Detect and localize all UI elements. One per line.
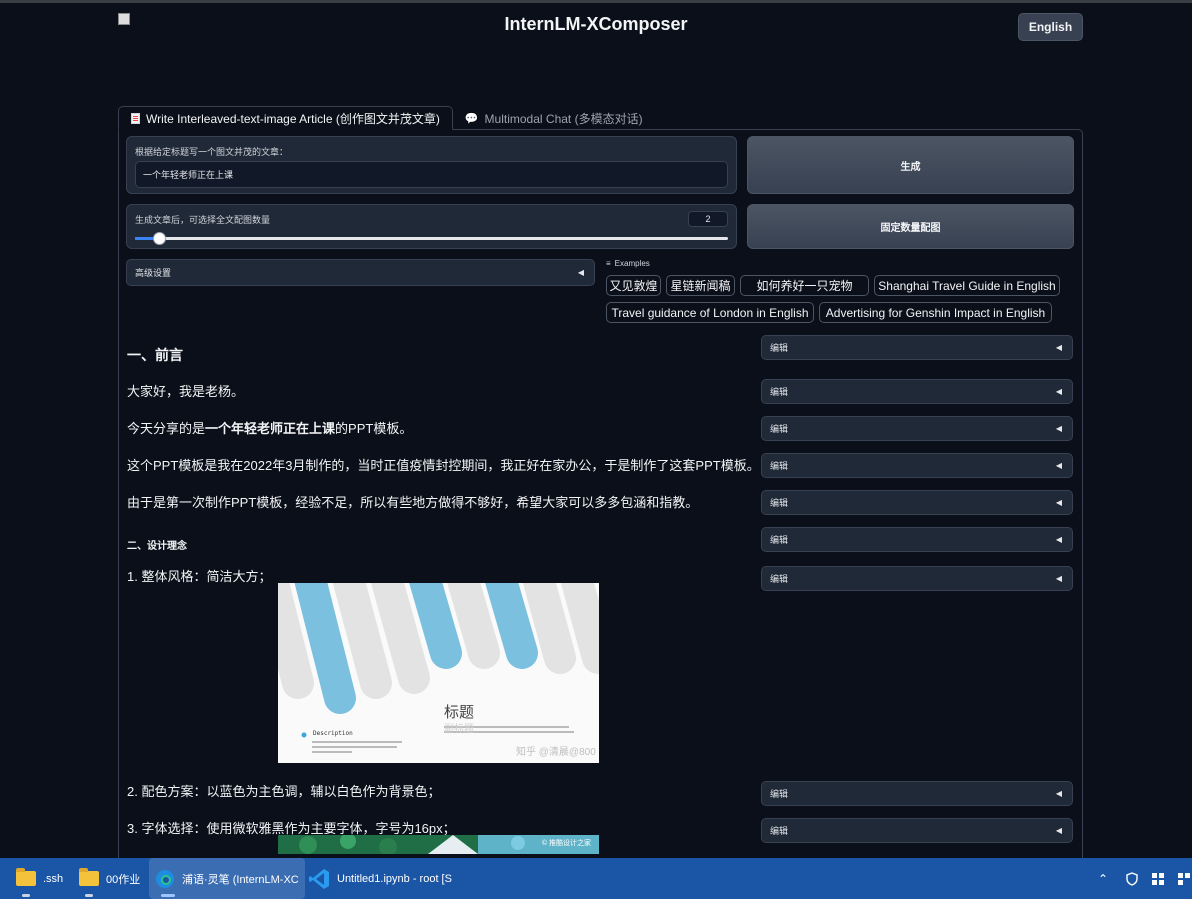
image-count-label: 生成文章后，可选择全文配图数量 [135, 215, 271, 225]
article-list-item: 2. 配色方案：以蓝色为主色调，辅以白色作为背景色； [127, 784, 441, 799]
vscode-icon [309, 868, 329, 889]
edit-accordion[interactable]: 编辑 ◀ [761, 453, 1073, 478]
text-run: 的PPT模板。 [335, 421, 413, 436]
advanced-settings-label: 高级设置 [135, 268, 172, 278]
list-icon: ≡ [606, 259, 611, 268]
image-count-slider[interactable] [135, 232, 728, 245]
document-icon [131, 112, 140, 124]
app-grid-icon[interactable] [1152, 858, 1164, 899]
article-list-item: 1. 整体风格：简洁大方； [127, 569, 272, 584]
folder-icon [79, 868, 99, 886]
window-top-border [0, 0, 1192, 3]
example-chip[interactable]: Advertising for Genshin Impact in Englis… [819, 302, 1052, 323]
edit-label: 编辑 [770, 343, 789, 353]
taskbar-label: Untitled1.ipynb - root [S [337, 872, 452, 885]
running-indicator [85, 894, 93, 897]
edit-label: 编辑 [770, 535, 789, 545]
image-count-block: 生成文章后，可选择全文配图数量 2 [126, 204, 737, 249]
bold-text-run: 一个年轻老师正在上课 [205, 421, 336, 436]
edit-accordion[interactable]: 编辑 ◀ [761, 527, 1073, 552]
edit-accordion[interactable]: 编辑 ◀ [761, 818, 1073, 843]
caret-left-icon: ◀ [1055, 789, 1062, 798]
fixed-count-image-button[interactable]: 固定数量配图 [747, 204, 1074, 249]
app-grid-icon[interactable] [1178, 858, 1190, 899]
tray-expand-icon[interactable]: ⌃ [1098, 858, 1108, 899]
taskbar-label: 浦语·灵笔 (InternLM-XC [182, 873, 299, 886]
image-count-number-input[interactable]: 2 [688, 211, 728, 227]
slider-thumb[interactable] [152, 232, 166, 245]
figure-title: 标题 [444, 704, 475, 721]
caret-left-icon: ◀ [1055, 498, 1062, 507]
tab-multimodal-chat[interactable]: 💬 Multimodal Chat (多模态对话) [453, 106, 655, 130]
taskbar-label: 00作业 [106, 873, 141, 886]
edit-label: 编辑 [770, 424, 789, 434]
edit-label: 编辑 [770, 461, 789, 471]
article-heading: 一、前言 [127, 347, 183, 363]
edge-browser-icon [156, 869, 174, 888]
running-indicator [22, 894, 30, 897]
article-paragraph: 大家好，我是老杨。 [127, 384, 245, 399]
caret-left-icon: ◀ [1055, 424, 1062, 433]
tab-write-article[interactable]: Write Interleaved-text-image Article (创作… [118, 106, 453, 130]
edit-label: 编辑 [770, 789, 789, 799]
taskbar-item-homework-folder[interactable]: 00作业 [79, 858, 140, 899]
description-heading: Description [313, 730, 353, 737]
image-watermark: 知乎 @清晨@800 [516, 747, 596, 758]
examples-label: ≡ Examples [606, 259, 650, 268]
article-paragraph: 由于是第一次制作PPT模板，经验不足，所以有些地方做得不够好，希望大家可以多多包… [127, 495, 699, 510]
caret-left-icon: ◀ [1055, 387, 1062, 396]
edit-label: 编辑 [770, 387, 789, 397]
text-run: 今天分享的是 [127, 421, 206, 436]
taskbar-item-edge-browser[interactable]: 浦语·灵笔 (InternLM-XC [149, 858, 305, 899]
caret-left-icon: ◀ [1055, 535, 1062, 544]
caret-left-icon: ◀ [1055, 826, 1062, 835]
generate-button[interactable]: 生成 [747, 136, 1074, 194]
active-indicator [161, 894, 175, 897]
edit-accordion[interactable]: 编辑 ◀ [761, 781, 1073, 806]
os-taskbar: .ssh 00作业 浦语·灵笔 (InternLM-XC Untitled1.i… [0, 858, 1192, 899]
folder-icon [16, 868, 36, 886]
example-chip[interactable]: 又见敦煌 [606, 275, 661, 296]
tab-bar: Write Interleaved-text-image Article (创作… [118, 106, 655, 130]
caret-left-icon: ◀ [1055, 343, 1062, 352]
figure-subtitle: 副标题 [444, 724, 474, 735]
edit-accordion[interactable]: 编辑 ◀ [761, 379, 1073, 404]
shield-icon[interactable] [1125, 858, 1139, 899]
image-watermark: © 推酷设计之家 [541, 840, 591, 847]
edit-label: 编辑 [770, 574, 789, 584]
article-image-ppt-cover: Description 标题 副标题 知乎 @清晨@800 [278, 583, 599, 763]
language-toggle-button[interactable]: English [1018, 13, 1083, 41]
article-image-aerial: © 推酷设计之家 [278, 835, 599, 854]
speech-bubble-icon: 💬 [464, 112, 479, 125]
edit-accordion[interactable]: 编辑 ◀ [761, 566, 1073, 591]
edit-accordion[interactable]: 编辑 ◀ [761, 335, 1073, 360]
topic-label: 根据给定标题写一个图文并茂的文章： [135, 147, 289, 157]
tab-label: Multimodal Chat (多模态对话) [484, 111, 643, 126]
article-subheading: 二、设计理念 [127, 541, 187, 552]
app-title: InternLM-XComposer [504, 14, 688, 34]
example-chip[interactable]: Shanghai Travel Guide in English [874, 275, 1060, 296]
advanced-settings-accordion[interactable]: 高级设置 ◀ [126, 259, 595, 286]
article-paragraph: 今天分享的是一个年轻老师正在上课的PPT模板。 [127, 418, 412, 437]
edit-accordion[interactable]: 编辑 ◀ [761, 490, 1073, 515]
caret-left-icon: ◀ [1055, 461, 1062, 470]
topic-input-block: 根据给定标题写一个图文并茂的文章： 一个年轻老师正在上课 [126, 136, 737, 194]
article-paragraph: 这个PPT模板是我在2022年3月制作的，当时正值疫情封控期间，我正好在家办公，… [127, 458, 760, 473]
caret-left-icon: ◀ [577, 268, 584, 277]
taskbar-item-ssh-folder[interactable]: .ssh [16, 858, 63, 899]
edit-label: 编辑 [770, 826, 789, 836]
example-chip[interactable]: 星链新闻稿 [666, 275, 735, 296]
tab-label: Write Interleaved-text-image Article (创作… [146, 111, 440, 126]
edit-label: 编辑 [770, 498, 789, 508]
example-chip[interactable]: Travel guidance of London in English [606, 302, 814, 323]
example-chip[interactable]: 如何养好一只宠物 [740, 275, 869, 296]
taskbar-item-vscode[interactable]: Untitled1.ipynb - root [S [308, 858, 452, 899]
taskbar-label: .ssh [43, 872, 64, 885]
topic-input[interactable]: 一个年轻老师正在上课 [135, 161, 728, 188]
edit-accordion[interactable]: 编辑 ◀ [761, 416, 1073, 441]
caret-left-icon: ◀ [1055, 574, 1062, 583]
